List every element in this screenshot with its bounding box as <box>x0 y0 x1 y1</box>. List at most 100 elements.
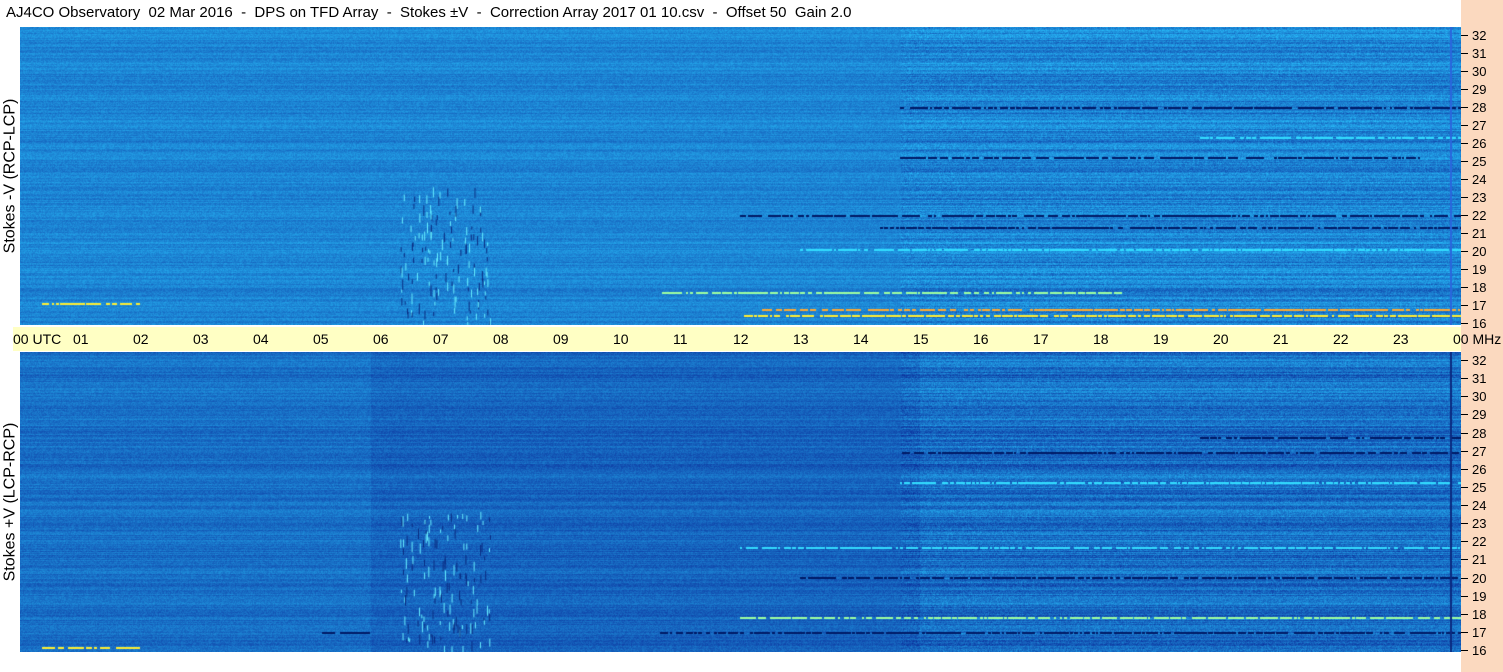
frequency-axis-bottom: 32 31 30 29 28 27 26 25 24 23 22 21 20 19 18 17 16 <box>1461 352 1503 658</box>
frequency-tick-label: 20 <box>1472 570 1487 586</box>
frequency-tick <box>1461 577 1468 579</box>
time-tick-label: 16 <box>973 331 989 347</box>
frequency-tick <box>1461 107 1468 108</box>
frequency-tick <box>1461 305 1468 306</box>
frequency-tick-label: 22 <box>1472 534 1487 550</box>
time-tick-label: 13 <box>793 331 809 347</box>
frequency-tick-label: 31 <box>1472 46 1487 61</box>
frequency-tick-label: 21 <box>1472 552 1487 568</box>
frequency-tick <box>1461 523 1468 525</box>
time-axis: 00 UTC 01 02 03 04 05 06 07 08 09 10 11 12 13 14 15 16 17… <box>13 327 1501 351</box>
frequency-tick-label: 26 <box>1472 461 1487 477</box>
frequency-tick-label: 28 <box>1472 100 1487 115</box>
frequency-tick <box>1461 631 1468 633</box>
frequency-tick-label: 25 <box>1472 479 1487 495</box>
time-tick-label: 03 <box>193 331 209 347</box>
frequency-tick <box>1461 125 1468 126</box>
frequency-tick <box>1461 486 1468 488</box>
frequency-tick-label: 32 <box>1472 28 1487 43</box>
frequency-tick <box>1461 89 1468 90</box>
frequency-tick-label: 29 <box>1472 407 1487 423</box>
frequency-tick <box>1461 251 1468 252</box>
frequency-tick-label: 23 <box>1472 516 1487 532</box>
frequency-tick-label: 30 <box>1472 64 1487 79</box>
frequency-tick-label: 22 <box>1472 208 1487 223</box>
time-tick-label: 08 <box>493 331 509 347</box>
frequency-tick-label: 24 <box>1472 172 1487 187</box>
frequency-tick <box>1461 197 1468 198</box>
frequency-tick <box>1461 468 1468 470</box>
time-tick-label: 19 <box>1153 331 1169 347</box>
frequency-tick <box>1461 396 1468 398</box>
time-tick-label: 07 <box>433 331 449 347</box>
time-tick-label: 05 <box>313 331 329 347</box>
frequency-tick <box>1461 71 1468 72</box>
frequency-tick-label: 16 <box>1472 643 1487 658</box>
time-tick-label: 18 <box>1093 331 1109 347</box>
frequency-tick-label: 17 <box>1472 624 1487 640</box>
frequency-tick <box>1461 432 1468 434</box>
frequency-tick <box>1461 650 1468 651</box>
time-tick-label: 17 <box>1033 331 1049 347</box>
frequency-tick <box>1461 595 1468 597</box>
time-tick-label: 00 MHz <box>1453 331 1502 347</box>
spectrogram-top-canvas <box>20 27 1461 325</box>
top-panel-label: Stokes -V (RCP-LCP) <box>0 27 20 325</box>
frequency-tick-label: 31 <box>1472 371 1487 387</box>
frequency-tick <box>1461 161 1468 162</box>
frequency-tick <box>1461 179 1468 180</box>
top-panel-label-text: Stokes -V (RCP-LCP) <box>1 98 19 254</box>
frequency-tick-label: 19 <box>1472 588 1487 604</box>
time-tick-label: 00 UTC <box>13 331 62 347</box>
frequency-tick-label: 26 <box>1472 136 1487 151</box>
time-tick-label: 14 <box>853 331 869 347</box>
frequency-tick-label: 30 <box>1472 389 1487 405</box>
frequency-axis-top: 32 31 30 29 28 27 26 25 24 23 22 21 20 19 18 17 16 <box>1461 27 1503 331</box>
frequency-tick-label: 18 <box>1472 280 1487 295</box>
frequency-tick <box>1461 505 1468 506</box>
frequency-tick <box>1461 559 1468 561</box>
frequency-tick-label: 29 <box>1472 82 1487 97</box>
time-tick-label: 06 <box>373 331 389 347</box>
frequency-tick-label: 20 <box>1472 244 1487 259</box>
page-title: AJ4CO Observatory 02 Mar 2016 - DPS on T… <box>6 4 852 21</box>
frequency-tick <box>1461 450 1468 452</box>
time-tick-label: 11 <box>673 331 688 347</box>
frequency-tick <box>1461 287 1468 288</box>
time-tick-label: 02 <box>133 331 149 347</box>
frequency-tick-label: 19 <box>1472 262 1487 277</box>
frequency-tick <box>1461 323 1468 324</box>
time-tick-label: 09 <box>553 331 569 347</box>
time-tick-label: 22 <box>1333 331 1349 347</box>
time-tick-label: 12 <box>733 331 749 347</box>
frequency-tick <box>1461 143 1468 144</box>
spectrogram-bottom-canvas <box>20 352 1461 652</box>
frequency-tick-label: 25 <box>1472 154 1487 169</box>
time-tick-label: 01 <box>73 331 89 347</box>
frequency-tick-label: 21 <box>1472 226 1487 241</box>
frequency-tick <box>1461 360 1468 361</box>
time-tick-label: 15 <box>913 331 929 347</box>
frequency-tick <box>1461 541 1468 543</box>
frequency-tick <box>1461 378 1468 380</box>
time-tick-label: 04 <box>253 331 269 347</box>
bottom-panel-label-text: Stokes +V (LCP-RCP) <box>1 422 18 582</box>
time-tick-label: 10 <box>613 331 629 347</box>
bottom-panel-label: Stokes +V (LCP-RCP) <box>0 352 20 652</box>
spectrogram-top <box>20 27 1461 325</box>
frequency-tick-label: 27 <box>1472 118 1487 133</box>
frequency-tick <box>1461 233 1468 234</box>
frequency-tick <box>1461 35 1468 36</box>
frequency-tick-label: 27 <box>1472 443 1487 459</box>
frequency-tick-label: 23 <box>1472 190 1487 205</box>
frequency-tick <box>1461 414 1468 416</box>
time-tick-label: 20 <box>1213 331 1229 347</box>
frequency-tick-label: 16 <box>1472 316 1487 331</box>
frequency-tick-label: 24 <box>1472 498 1487 513</box>
frequency-tick-label: 32 <box>1472 353 1487 368</box>
spectrogram-bottom <box>20 352 1461 652</box>
time-tick-label: 21 <box>1273 331 1289 347</box>
frequency-tick-label: 28 <box>1472 425 1487 441</box>
frequency-tick-label: 18 <box>1472 606 1487 622</box>
frequency-tick-label: 17 <box>1472 298 1487 313</box>
